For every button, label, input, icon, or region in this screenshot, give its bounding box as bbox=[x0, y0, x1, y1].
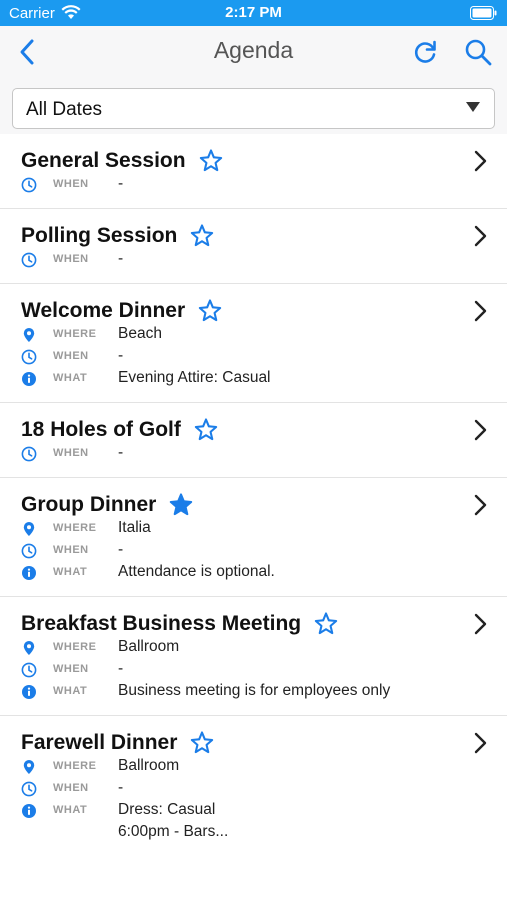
chevron-right-icon bbox=[474, 732, 487, 754]
info-icon bbox=[22, 566, 36, 580]
when-value: - bbox=[118, 444, 124, 461]
chevron-right-icon bbox=[474, 225, 487, 247]
navigation-bar: Agenda bbox=[0, 26, 507, 78]
when-value: - bbox=[118, 347, 124, 364]
where-label: WHERE bbox=[53, 328, 97, 340]
when-value: - bbox=[118, 660, 124, 677]
when-label: WHEN bbox=[53, 178, 89, 190]
agenda-item-title: 18 Holes of Golf bbox=[21, 418, 181, 441]
date-filter-value: All Dates bbox=[26, 99, 103, 120]
chevron-right-icon bbox=[474, 613, 487, 635]
info-icon bbox=[22, 804, 36, 818]
what-value: Dress: Casual bbox=[118, 801, 216, 818]
when-label: WHEN bbox=[53, 350, 89, 362]
chevron-right-icon bbox=[474, 150, 487, 172]
chevron-right-icon bbox=[474, 419, 487, 441]
agenda-item[interactable]: Breakfast Business Meeting WHERE Ballroo… bbox=[0, 597, 507, 716]
agenda-item-title: Farewell Dinner bbox=[21, 731, 178, 754]
star-outline-icon[interactable] bbox=[198, 148, 224, 174]
where-value: Ballroom bbox=[118, 757, 180, 774]
what-label: WHAT bbox=[53, 685, 88, 697]
clock-icon bbox=[21, 252, 37, 268]
when-label: WHEN bbox=[53, 447, 89, 459]
dropdown-arrow-icon bbox=[466, 102, 480, 112]
chevron-right-icon bbox=[474, 300, 487, 322]
when-label: WHEN bbox=[53, 782, 89, 794]
when-label: WHEN bbox=[53, 544, 89, 556]
where-label: WHERE bbox=[53, 760, 97, 772]
clock-icon bbox=[21, 781, 37, 797]
filter-bar: All Dates bbox=[0, 78, 507, 134]
when-label: WHEN bbox=[53, 253, 89, 265]
agenda-item[interactable]: Group Dinner WHERE Italia WHEN - WHAT At… bbox=[0, 478, 507, 597]
where-value: Beach bbox=[118, 325, 162, 342]
clock-icon bbox=[21, 446, 37, 462]
agenda-item-title: Breakfast Business Meeting bbox=[21, 612, 302, 635]
what-label: WHAT bbox=[53, 804, 88, 816]
date-filter-select[interactable]: All Dates bbox=[12, 88, 495, 129]
when-value: - bbox=[118, 779, 124, 796]
info-icon bbox=[22, 372, 36, 386]
what-label: WHAT bbox=[53, 372, 88, 384]
star-outline-icon[interactable] bbox=[197, 298, 223, 324]
agenda-item[interactable]: General Session WHEN - bbox=[0, 134, 507, 209]
search-icon[interactable] bbox=[463, 37, 493, 67]
where-label: WHERE bbox=[53, 522, 97, 534]
clock-icon bbox=[21, 177, 37, 193]
clock-icon bbox=[21, 349, 37, 365]
when-label: WHEN bbox=[53, 663, 89, 675]
where-value: Italia bbox=[118, 519, 151, 536]
where-value: Ballroom bbox=[118, 638, 180, 655]
agenda-item[interactable]: Farewell Dinner WHERE Ballroom WHEN - WH… bbox=[0, 716, 507, 856]
when-value: - bbox=[118, 541, 124, 558]
agenda-item-title: General Session bbox=[21, 149, 186, 172]
star-outline-icon[interactable] bbox=[313, 611, 339, 637]
star-outline-icon[interactable] bbox=[189, 730, 215, 756]
refresh-icon[interactable] bbox=[410, 37, 440, 67]
chevron-right-icon bbox=[474, 494, 487, 516]
when-value: - bbox=[118, 175, 124, 192]
location-pin-icon bbox=[23, 522, 35, 536]
star-filled-icon[interactable] bbox=[168, 492, 194, 518]
what-value: Evening Attire: Casual bbox=[118, 369, 271, 386]
agenda-item-title: Polling Session bbox=[21, 224, 178, 247]
agenda-item-title: Group Dinner bbox=[21, 493, 157, 516]
what-value: Business meeting is for employees only bbox=[118, 682, 391, 699]
where-label: WHERE bbox=[53, 641, 97, 653]
agenda-list: General Session WHEN - Polling Session W… bbox=[0, 134, 507, 856]
info-icon bbox=[22, 685, 36, 699]
star-outline-icon[interactable] bbox=[189, 223, 215, 249]
star-outline-icon[interactable] bbox=[193, 417, 219, 443]
clock-icon bbox=[21, 662, 37, 678]
clock-icon bbox=[21, 543, 37, 559]
agenda-item[interactable]: 18 Holes of Golf WHEN - bbox=[0, 403, 507, 478]
status-time: 2:17 PM bbox=[225, 4, 282, 21]
what-value: Attendance is optional. bbox=[118, 563, 275, 580]
location-pin-icon bbox=[23, 760, 35, 774]
what-label: WHAT bbox=[53, 566, 88, 578]
status-bar: Carrier 2:17 PM bbox=[0, 0, 507, 26]
agenda-item[interactable]: Welcome Dinner WHERE Beach WHEN - WHAT E… bbox=[0, 284, 507, 403]
location-pin-icon bbox=[23, 328, 35, 342]
location-pin-icon bbox=[23, 641, 35, 655]
agenda-item-title: Welcome Dinner bbox=[21, 299, 186, 322]
agenda-item[interactable]: Polling Session WHEN - bbox=[0, 209, 507, 284]
battery-icon bbox=[470, 6, 497, 20]
when-value: - bbox=[118, 250, 124, 267]
what-value-line2: 6:00pm - Bars... bbox=[118, 823, 229, 840]
